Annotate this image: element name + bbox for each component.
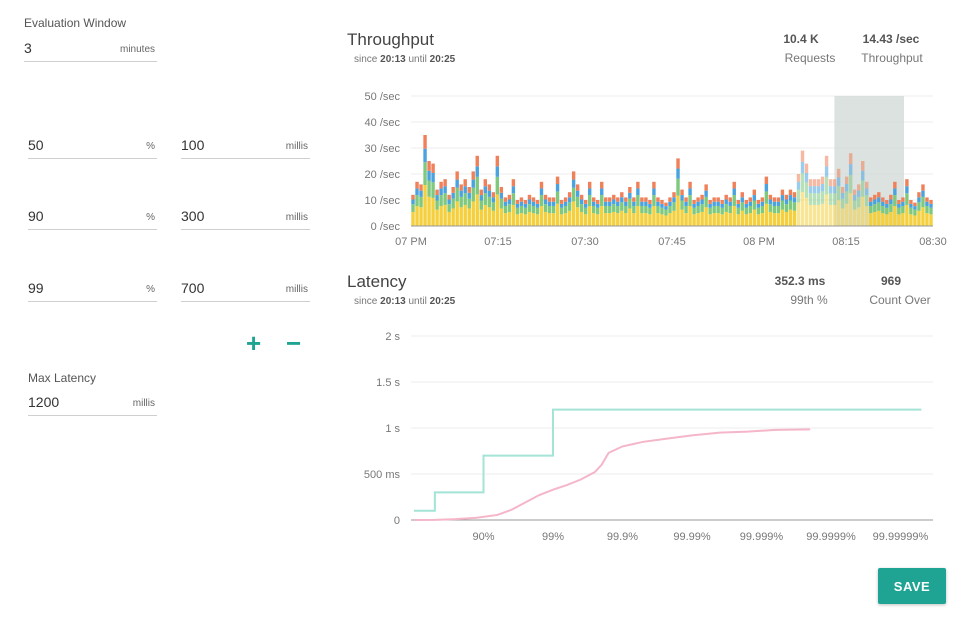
x-tick-label: 99.99999% [873,531,929,543]
threshold-line [414,408,922,512]
y-tick-label: 1.5 s [376,377,400,389]
x-tick-label: 99.9999% [806,531,856,543]
x-tick-label: 99.999% [740,531,784,543]
save-button[interactable]: SAVE [878,568,946,604]
x-tick-label: 99.9% [607,531,638,543]
y-tick-label: 500 ms [364,469,401,481]
y-tick-label: 0 [394,515,400,527]
x-tick-label: 99.99% [673,531,711,543]
latency-distribution-line [413,428,811,521]
x-tick-label: 99% [542,531,564,543]
x-tick-label: 90% [472,531,494,543]
y-tick-label: 1 s [385,423,400,435]
y-tick-label: 2 s [385,331,400,343]
latency-chart: 0 500 ms 1 s 1.5 s 2 s 90% 99% 99.9% 99.99% 99.99… [364,331,933,543]
